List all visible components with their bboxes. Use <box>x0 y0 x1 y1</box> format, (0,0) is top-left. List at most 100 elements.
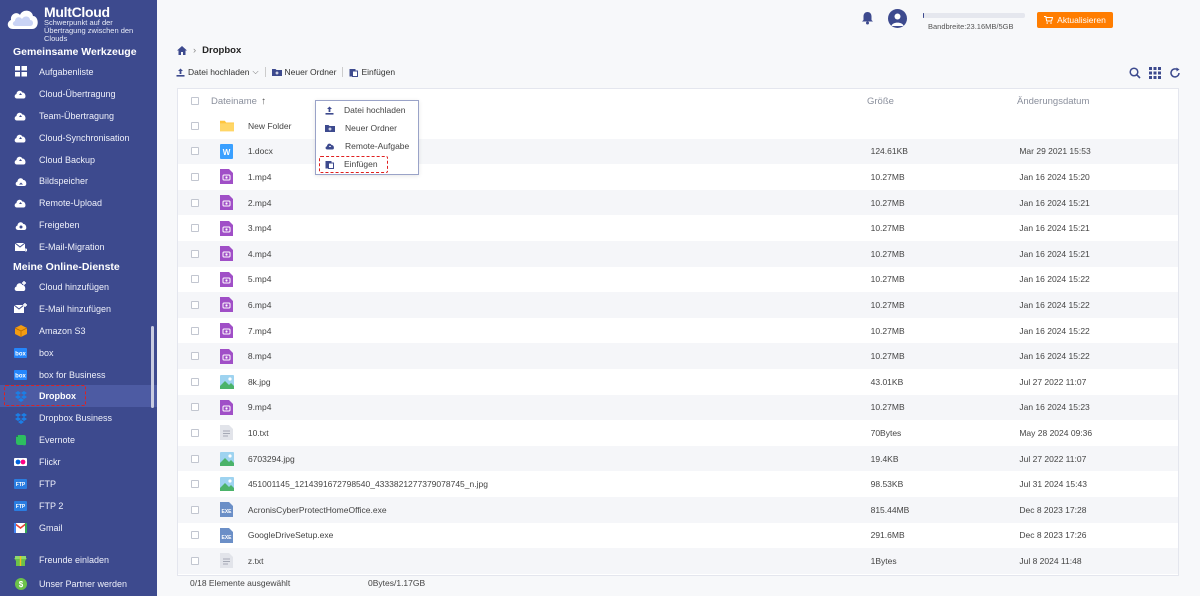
row-checkbox[interactable] <box>191 403 199 412</box>
table-row[interactable]: 451001145_1214391672798540_4333821277379… <box>178 471 1178 497</box>
sidebar-item-gmail[interactable]: Gmail <box>0 517 157 539</box>
file-name[interactable]: 9.mp4 <box>248 402 871 412</box>
refresh-icon[interactable] <box>1169 67 1181 79</box>
sidebar-item-box[interactable]: box box <box>0 342 157 364</box>
file-size: 10.27MB <box>870 299 905 310</box>
table-row[interactable]: 2.mp4 10.27MB Jan 16 2024 15:21 <box>178 189 1178 216</box>
upgrade-button[interactable]: Aktualisieren <box>1037 12 1113 28</box>
column-header-size[interactable]: Größe <box>867 96 1017 107</box>
row-checkbox[interactable] <box>191 454 199 463</box>
file-date: Dec 8 2023 17:28 <box>1019 504 1087 515</box>
table-row[interactable]: 10.txt 70Bytes May 28 2024 09:36 <box>178 420 1178 446</box>
file-name[interactable]: 5.mp4 <box>248 274 871 284</box>
table-row[interactable]: z.txt 1Bytes Jul 8 2024 11:48 <box>178 548 1178 574</box>
file-date: Jan 16 2024 15:20 <box>1019 171 1090 182</box>
sidebar-item-ftp2[interactable]: FTP FTP 2 <box>0 495 157 517</box>
row-checkbox[interactable] <box>191 172 199 181</box>
row-checkbox[interactable] <box>191 352 199 361</box>
sidebar-item-evernote[interactable]: Evernote <box>0 429 157 451</box>
brand[interactable]: MultCloud Schwerpunkt auf der Übertragun… <box>0 0 157 44</box>
sidebar-item-cloud-transfer[interactable]: Cloud-Übertragung <box>0 83 157 105</box>
bell-icon[interactable] <box>861 11 874 27</box>
table-row[interactable]: 8.mp4 10.27MB Jan 16 2024 15:22 <box>178 343 1178 369</box>
table-row[interactable]: 8k.jpg 43.01KB Jul 27 2022 11:07 <box>178 369 1178 395</box>
file-date: Jul 31 2024 15:43 <box>1019 479 1087 490</box>
search-icon[interactable] <box>1129 67 1141 79</box>
row-checkbox[interactable] <box>191 556 199 565</box>
file-name[interactable]: GoogleDriveSetup.exe <box>248 530 871 540</box>
file-name[interactable]: 6703294.jpg <box>248 454 871 464</box>
table-row[interactable]: 6703294.jpg 19.4KB Jul 27 2022 11:07 <box>178 445 1178 472</box>
file-name[interactable]: 10.txt <box>248 428 871 438</box>
row-checkbox[interactable] <box>191 505 199 514</box>
file-name[interactable]: 4.mp4 <box>248 249 871 259</box>
select-all-checkbox[interactable] <box>191 97 199 105</box>
upload-icon <box>325 106 334 115</box>
sidebar-item-tasklist[interactable]: Aufgabenliste <box>0 61 157 83</box>
column-header-date[interactable]: Änderungsdatum <box>1017 96 1089 107</box>
sidebar-item-amazon-s3[interactable]: Amazon S3 <box>0 320 157 342</box>
file-name[interactable]: AcronisCyberProtectHomeOffice.exe <box>248 505 871 515</box>
table-row[interactable]: 5.mp4 10.27MB Jan 16 2024 15:22 <box>178 267 1178 293</box>
table-row[interactable]: EXE AcronisCyberProtectHomeOffice.exe 815.… <box>178 496 1178 523</box>
table-row[interactable]: 6.mp4 10.27MB Jan 16 2024 15:22 <box>178 292 1178 318</box>
column-header-name[interactable]: Dateiname ↑ <box>211 96 867 107</box>
menu-item-label: Remote-Aufgabe <box>345 141 410 151</box>
table-row[interactable]: 9.mp4 10.27MB Jan 16 2024 15:23 <box>178 394 1178 421</box>
row-checkbox[interactable] <box>191 480 199 489</box>
sidebar-item-partner[interactable]: $ Unser Partner werden <box>0 572 157 596</box>
paste-button[interactable]: Einfügen <box>349 67 401 77</box>
file-name[interactable]: 8k.jpg <box>248 377 871 387</box>
file-name[interactable]: z.txt <box>248 556 871 566</box>
sidebar-item-dropbox-business[interactable]: Dropbox Business <box>0 407 157 429</box>
menu-item-new-folder[interactable]: Neuer Ordner <box>316 119 418 137</box>
table-row[interactable]: 3.mp4 10.27MB Jan 16 2024 15:21 <box>178 215 1178 241</box>
file-name[interactable]: 8.mp4 <box>248 351 871 361</box>
grid-view-icon[interactable] <box>1149 67 1161 79</box>
sidebar-item-invite[interactable]: Freunde einladen <box>0 548 157 572</box>
sidebar-item-box-business[interactable]: box box for Business <box>0 364 157 386</box>
sidebar-scrollbar[interactable] <box>151 326 154 408</box>
sidebar-item-add-email[interactable]: E-Mail hinzufügen <box>0 298 157 320</box>
file-name[interactable]: 2.mp4 <box>248 198 871 208</box>
row-checkbox[interactable] <box>191 275 199 284</box>
file-name[interactable]: 6.mp4 <box>248 300 871 310</box>
sidebar-item-email-migration[interactable]: E-Mail-Migration <box>0 236 157 258</box>
table-row[interactable]: EXE GoogleDriveSetup.exe 291.6MB Dec 8 2023… <box>178 523 1178 549</box>
row-checkbox[interactable] <box>191 531 199 540</box>
sidebar-item-share[interactable]: Freigeben <box>0 214 157 236</box>
row-checkbox[interactable] <box>191 147 199 156</box>
sidebar-item-add-cloud[interactable]: Cloud hinzufügen <box>0 276 157 298</box>
row-checkbox[interactable] <box>191 300 199 309</box>
doc-file-icon: W <box>220 143 234 159</box>
sidebar-item-ftp[interactable]: FTP FTP <box>0 473 157 495</box>
new-folder-button[interactable]: Neuer Ordner <box>271 67 343 77</box>
avatar-icon[interactable] <box>888 9 907 28</box>
sidebar-item-label: Evernote <box>39 435 76 446</box>
home-icon[interactable] <box>177 46 187 55</box>
upload-button[interactable]: Datei hochladen ⌵ <box>176 67 265 77</box>
sidebar-item-cloud-backup[interactable]: Cloud Backup <box>0 149 157 171</box>
row-checkbox[interactable] <box>191 224 199 233</box>
sidebar-item-remote-upload[interactable]: Remote-Upload <box>0 192 157 214</box>
row-checkbox[interactable] <box>191 428 199 437</box>
file-name[interactable]: 7.mp4 <box>248 326 871 336</box>
table-row[interactable]: 4.mp4 10.27MB Jan 16 2024 15:21 <box>178 240 1178 267</box>
sidebar-item-label: Cloud hinzufügen <box>39 281 110 292</box>
row-checkbox[interactable] <box>191 198 199 207</box>
row-checkbox[interactable] <box>191 377 199 386</box>
file-name[interactable]: 451001145_1214391672798540_4333821277379… <box>248 479 871 489</box>
sidebar-item-cloud-sync[interactable]: Cloud-Synchronisation <box>0 127 157 149</box>
file-name[interactable]: 3.mp4 <box>248 223 871 233</box>
menu-item-remote-task[interactable]: Remote-Aufgabe <box>316 137 418 155</box>
cart-icon <box>1044 16 1054 24</box>
row-checkbox[interactable] <box>191 121 199 130</box>
row-checkbox[interactable] <box>191 326 199 335</box>
row-checkbox[interactable] <box>191 249 199 258</box>
menu-item-upload[interactable]: Datei hochladen <box>316 101 418 119</box>
table-row[interactable]: 7.mp4 10.27MB Jan 16 2024 15:22 <box>178 318 1178 344</box>
sidebar-item-dropbox[interactable]: Dropbox <box>0 385 157 408</box>
sidebar-item-team-transfer[interactable]: Team-Übertragung <box>0 105 157 127</box>
sidebar-item-image-save[interactable]: Bildspeicher <box>0 170 157 192</box>
sidebar-item-flickr[interactable]: Flickr <box>0 451 157 473</box>
